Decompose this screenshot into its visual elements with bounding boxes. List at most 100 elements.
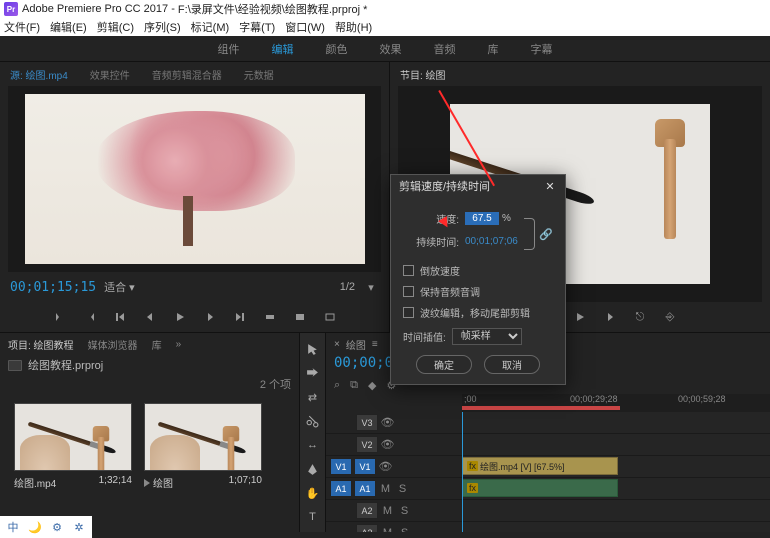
track-lane[interactable]: fx	[462, 478, 770, 499]
prog-extract-icon[interactable]: ⎆	[662, 309, 678, 325]
ws-captions[interactable]: 字幕	[531, 41, 553, 57]
pitch-check[interactable]: 保持音频音调	[403, 284, 553, 299]
prog-step-fwd-icon[interactable]	[602, 309, 618, 325]
sequence-tab[interactable]: 绘图	[346, 337, 366, 352]
step-back-icon[interactable]	[142, 309, 158, 325]
ws-color[interactable]: 颜色	[326, 41, 348, 57]
source-monitor[interactable]	[8, 86, 381, 272]
source-fit[interactable]: 适合 ▾	[104, 279, 135, 295]
src-patch-v1[interactable]: V1	[330, 458, 352, 475]
selection-tool-icon[interactable]	[305, 341, 321, 357]
work-area-bar[interactable]	[462, 406, 620, 410]
interp-select[interactable]: 帧采样	[452, 328, 522, 345]
export-frame-icon[interactable]	[322, 309, 338, 325]
ws-audio[interactable]: 音频	[434, 41, 456, 57]
speed-input[interactable]	[465, 212, 499, 225]
reverse-check[interactable]: 倒放速度	[403, 263, 553, 278]
playhead[interactable]	[462, 412, 463, 532]
duration-value[interactable]: 00;01;07;06	[465, 236, 518, 247]
menu-help[interactable]: 帮助(H)	[335, 19, 372, 35]
tab-metadata[interactable]: 元数据	[244, 67, 274, 82]
track-toggle-a1[interactable]: A1	[354, 480, 376, 497]
link-toggle-icon[interactable]: 🔗	[539, 228, 553, 241]
step-fwd-icon[interactable]	[202, 309, 218, 325]
overwrite-icon[interactable]	[292, 309, 308, 325]
snap-icon[interactable]: ⌕	[334, 379, 340, 392]
solo-icon[interactable]: S	[397, 525, 412, 532]
tab-libraries[interactable]: 库	[152, 337, 162, 352]
dialog-titlebar[interactable]: 剪辑速度/持续时间 ✕	[391, 175, 565, 197]
eye-icon[interactable]: 👁	[378, 459, 393, 474]
link-icon[interactable]: ⧉	[350, 379, 358, 392]
menu-caption[interactable]: 字幕(T)	[239, 19, 275, 35]
slip-tool-icon[interactable]: ↔	[305, 437, 321, 453]
project-breadcrumb[interactable]: 绘图教程.prproj	[0, 355, 299, 375]
mark-in-icon[interactable]	[52, 309, 68, 325]
hand-tool-icon[interactable]: ✋	[305, 485, 321, 501]
tab-program[interactable]: 节目: 绘图	[400, 67, 446, 82]
ripple-tool-icon[interactable]: ⇄	[305, 389, 321, 405]
mark-out-icon[interactable]	[82, 309, 98, 325]
close-icon[interactable]: ✕	[543, 179, 557, 193]
mute-icon[interactable]: M	[380, 525, 395, 532]
prog-play-icon[interactable]	[572, 309, 588, 325]
tab-effect-controls[interactable]: 效果控件	[90, 67, 130, 82]
pen-tool-icon[interactable]	[305, 461, 321, 477]
menu-clip[interactable]: 剪辑(C)	[97, 19, 134, 35]
prog-lift-icon[interactable]: ⎋	[632, 309, 648, 325]
solo-icon[interactable]: S	[397, 503, 412, 518]
track-toggle-a2[interactable]: A2	[356, 502, 378, 519]
checkbox-icon[interactable]	[403, 265, 414, 276]
ime-gear-icon[interactable]: ⚙	[50, 520, 64, 534]
ripple-check[interactable]: 波纹编辑，移动尾部剪辑	[403, 305, 553, 320]
type-tool-icon[interactable]: T	[305, 509, 321, 525]
tab-media-browser[interactable]: 媒体浏览器	[88, 337, 138, 352]
timeline-ruler[interactable]: ;00 00;00;29;28 00;00;59;28 00;01;29;29	[462, 394, 770, 412]
audio-clip[interactable]: fx	[462, 479, 618, 497]
eye-icon[interactable]: 👁	[380, 415, 395, 430]
track-toggle-v1[interactable]: V1	[354, 458, 376, 475]
track-select-tool-icon[interactable]	[305, 365, 321, 381]
cancel-button[interactable]: 取消	[484, 355, 540, 374]
tab-project[interactable]: 项目: 绘图教程	[8, 337, 74, 352]
track-toggle-v3[interactable]: V3	[356, 414, 378, 431]
track-toggle-a3[interactable]: A3	[356, 524, 378, 532]
menu-edit[interactable]: 编辑(E)	[50, 19, 87, 35]
tabs-overflow-icon[interactable]: »	[176, 339, 182, 350]
ime-lang-icon[interactable]: 中	[6, 520, 20, 534]
source-timecode[interactable]: 00;01;15;15	[10, 280, 96, 295]
mute-icon[interactable]: M	[378, 481, 393, 496]
track-lane[interactable]	[462, 522, 770, 532]
ws-assembly[interactable]: 组件	[218, 41, 240, 57]
track-toggle-v2[interactable]: V2	[356, 436, 378, 453]
ws-effects[interactable]: 效果	[380, 41, 402, 57]
track-lane[interactable]	[462, 434, 770, 455]
mute-icon[interactable]: M	[380, 503, 395, 518]
menu-mark[interactable]: 标记(M)	[191, 19, 230, 35]
track-lane[interactable]	[462, 500, 770, 521]
src-patch-a1[interactable]: A1	[330, 480, 352, 497]
goto-in-icon[interactable]	[112, 309, 128, 325]
ime-moon-icon[interactable]: 🌙	[28, 520, 42, 534]
razor-tool-icon[interactable]	[305, 413, 321, 429]
ime-gear2-icon[interactable]: ✲	[72, 520, 86, 534]
video-clip[interactable]: fx绘图.mp4 [V] [67.5%]	[462, 457, 618, 475]
play-icon[interactable]	[172, 309, 188, 325]
eye-icon[interactable]: 👁	[380, 437, 395, 452]
thumb-item[interactable]: 绘图.mp4 1;32;14	[14, 403, 132, 490]
ws-editing[interactable]: 编辑	[272, 41, 294, 57]
track-lane[interactable]: fx绘图.mp4 [V] [67.5%]	[462, 456, 770, 477]
track-lane[interactable]	[462, 412, 770, 433]
tab-source[interactable]: 源: 绘图.mp4	[10, 67, 68, 82]
tab-audio-mixer[interactable]: 音频剪辑混合器	[152, 67, 222, 82]
menu-file[interactable]: 文件(F)	[4, 19, 40, 35]
marker-icon[interactable]: ▾	[363, 279, 379, 295]
thumb-item[interactable]: 绘图 1;07;10	[144, 403, 262, 490]
marker-add-icon[interactable]: ◆	[368, 379, 376, 392]
ws-library[interactable]: 库	[488, 41, 499, 57]
solo-icon[interactable]: S	[395, 481, 410, 496]
ok-button[interactable]: 确定	[416, 355, 472, 374]
goto-out-icon[interactable]	[232, 309, 248, 325]
checkbox-icon[interactable]	[403, 307, 414, 318]
menu-window[interactable]: 窗口(W)	[285, 19, 325, 35]
